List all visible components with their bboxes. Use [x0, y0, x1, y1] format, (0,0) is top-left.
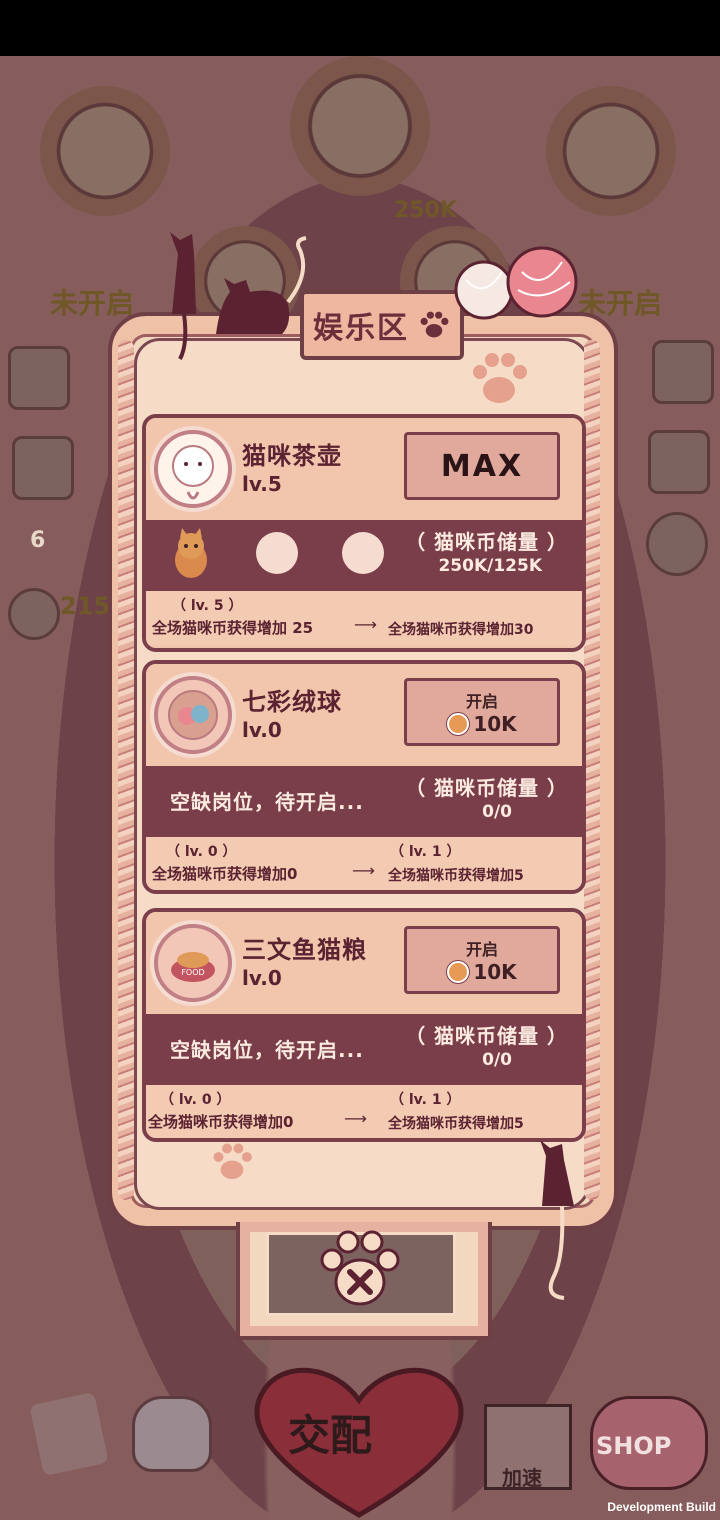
arrow-icon: ⟶: [354, 615, 377, 634]
current-bonus: 全场猫咪币获得增加 25: [152, 619, 314, 637]
plate-top-left: [40, 86, 170, 216]
facility-level: lv.5: [242, 472, 282, 496]
unlock-price: 10K: [447, 960, 517, 984]
close-paw-button[interactable]: [318, 1228, 402, 1310]
current-level: （ lv. 0 ）: [160, 1092, 231, 1108]
facility-name: 三文鱼猫粮: [242, 936, 367, 964]
facility-name: 七彩绒球: [242, 688, 342, 716]
bonus-row: （ lv. 5 ） 全场猫咪币获得增加 25 ⟶ 全场猫咪币获得增加30: [146, 588, 582, 645]
coin-count: 215: [60, 592, 111, 620]
development-build-label: Development Build: [607, 1500, 716, 1514]
yarn-ball-icon: [154, 676, 232, 754]
facility-name: 猫咪茶壶: [242, 442, 342, 470]
max-button[interactable]: MAX: [404, 432, 560, 500]
paw-icon: [420, 311, 449, 338]
worker-band: 空缺岗位，待开启... （ 猫咪币储量 ） 0/0: [146, 766, 582, 834]
empty-worker-slot[interactable]: [256, 532, 298, 574]
checklist-icon[interactable]: [12, 436, 74, 500]
upgrade-mug-icon[interactable]: [8, 346, 70, 410]
left-locked-label: 未开启: [50, 287, 135, 320]
center-value-label: 250K: [394, 198, 457, 223]
yarn-balls-icon: [454, 246, 578, 320]
vacant-text: 空缺岗位，待开启...: [170, 1038, 364, 1062]
bonus-row: （ lv. 0 ） 全场猫咪币获得增加0 ⟶ （ lv. 1 ） 全场猫咪币获得…: [146, 1082, 582, 1138]
unlock-button[interactable]: 开启 10K: [404, 678, 560, 746]
max-label: MAX: [440, 448, 524, 484]
book-icon[interactable]: [648, 430, 710, 494]
shop-label: SHOP: [596, 1432, 672, 1460]
teapot-icon: [154, 430, 232, 508]
unlock-button[interactable]: 开启 10K: [404, 926, 560, 994]
price-value: 10K: [473, 712, 517, 736]
next-bonus: 全场猫咪币获得增加5: [388, 868, 524, 884]
unlock-price: 10K: [447, 712, 517, 736]
current-level: （ lv. 5 ）: [172, 598, 243, 614]
panel-title: 娱乐区: [313, 311, 409, 346]
food-bowl-text: FOOD: [181, 968, 204, 977]
storage-value: 0/0: [482, 802, 512, 822]
bonus-row: （ lv. 0 ） 全场猫咪币获得增加0 ⟶ （ lv. 1 ） 全场猫咪币获得…: [146, 834, 582, 890]
counter-value: 6: [30, 528, 46, 553]
unlock-label: 开启: [465, 692, 498, 711]
coin-icon: [447, 713, 470, 735]
status-bar: [0, 0, 720, 56]
arrow-icon: ⟶: [352, 861, 375, 880]
cat-silhouettes-icon: [170, 232, 307, 360]
recycle-box-icon[interactable]: [652, 340, 714, 404]
current-level: （ lv. 0 ）: [166, 844, 237, 860]
hanging-cat-silhouette: [540, 1140, 574, 1300]
next-level: （ lv. 1 ）: [390, 1092, 461, 1108]
next-bonus: 全场猫咪币获得增加5: [388, 1116, 524, 1132]
storage-label: （ 猫咪币储量 ）: [405, 530, 568, 554]
teapot-center: [290, 56, 430, 196]
storage-value: 0/0: [482, 1050, 512, 1070]
pair-label: 交配: [288, 1411, 373, 1460]
vacant-text: 空缺岗位，待开启...: [170, 790, 364, 814]
rope-left-decoration: [118, 340, 134, 1200]
coin-icon: [8, 588, 60, 640]
next-level: （ lv. 1 ）: [390, 844, 461, 860]
plate-top-right: [546, 86, 676, 216]
arrow-icon: ⟶: [344, 1109, 367, 1128]
facility-card-catfood: FOOD 三文鱼猫粮 lv.0 开启 10K 空缺岗位，待开启... （ 猫咪币…: [142, 908, 586, 1142]
worker-band: 空缺岗位，待开启... （ 猫咪币储量 ） 0/0: [146, 1014, 582, 1082]
speed-label: 加速: [502, 1466, 542, 1490]
storage-value: 250K/125K: [438, 556, 542, 576]
cat-food-icon: FOOD: [154, 924, 232, 1002]
empty-worker-slot[interactable]: [342, 532, 384, 574]
storage-label: （ 猫咪币储量 ）: [405, 1024, 568, 1048]
coin-icon: [447, 961, 470, 983]
paw-print-decoration: [473, 353, 527, 403]
facility-level: lv.0: [242, 718, 282, 742]
unlock-label: 开启: [465, 940, 498, 959]
settings-gear-icon[interactable]: [646, 512, 708, 576]
facility-card-yarn: 七彩绒球 lv.0 开启 10K 空缺岗位，待开启... （ 猫咪币储量 ） 0…: [142, 660, 586, 894]
facility-level: lv.0: [242, 966, 282, 990]
worker-cat-icon: [175, 528, 207, 578]
current-bonus: 全场猫咪币获得增加0: [152, 865, 298, 883]
worker-band: （ 猫咪币储量 ） 250K/125K: [146, 520, 582, 588]
panel-title-tab: 娱乐区: [300, 290, 464, 360]
rope-right-decoration: [584, 340, 600, 1200]
facility-card-teapot: 猫咪茶壶 lv.5 MAX （ 猫咪币储量 ） 250K/125K （ lv. …: [142, 414, 586, 652]
paw-print-decoration-bottom: [213, 1143, 252, 1180]
next-bonus: 全场猫咪币获得增加30: [388, 622, 534, 638]
storage-label: （ 猫咪币储量 ）: [405, 776, 568, 800]
price-value: 10K: [473, 960, 517, 984]
current-bonus: 全场猫咪币获得增加0: [148, 1113, 294, 1131]
cat-tag-icon[interactable]: [132, 1396, 212, 1472]
